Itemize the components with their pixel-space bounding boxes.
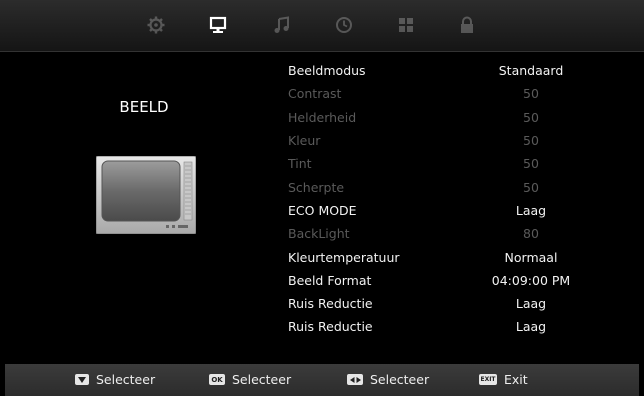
- setting-value: 50: [523, 179, 539, 195]
- setting-label: Beeldmodus: [288, 63, 366, 79]
- setting-value: 80: [523, 226, 539, 242]
- down-arrow-key-icon: [75, 374, 89, 385]
- monitor-icon: [209, 16, 227, 33]
- setting-value: Standaard: [498, 63, 564, 79]
- hint-label: Selecteer: [370, 372, 430, 387]
- setting-label: ECO MODE: [288, 202, 357, 218]
- setting-value: 50: [523, 133, 539, 149]
- gear-icon: [147, 16, 165, 34]
- tv-illustration-icon: [96, 156, 196, 234]
- setting-label: Kleurtemperatuur: [288, 249, 400, 265]
- setting-label: Contrast: [288, 86, 342, 102]
- setting-label: Ruis Reductie: [288, 319, 373, 335]
- setting-value: Laag: [515, 202, 547, 218]
- setting-value: 04:09:00 PM: [491, 272, 571, 288]
- tab-sound[interactable]: [270, 14, 294, 36]
- exit-key-icon: EXIT: [479, 374, 497, 385]
- hint-left-right-select: Selecteer: [347, 372, 429, 387]
- setting-label: Tint: [288, 156, 312, 172]
- setting-row: Kleur 50: [288, 129, 608, 152]
- setting-label: Kleur: [288, 133, 321, 149]
- tab-options[interactable]: [394, 14, 418, 36]
- left-right-key-icon: [347, 374, 363, 385]
- hint-ok-select: OK Selecteer: [209, 372, 291, 387]
- bottom-hint-bar: Selecteer OK Selecteer Selecteer EXIT Ex…: [5, 364, 639, 396]
- setting-row: Helderheid 50: [288, 106, 608, 129]
- setting-row[interactable]: Kleurtemperatuur Normaal: [288, 245, 608, 268]
- tab-time[interactable]: [332, 14, 356, 36]
- setting-label: Ruis Reductie: [288, 296, 373, 312]
- setting-row[interactable]: Ruis Reductie Laag: [288, 292, 608, 315]
- tab-lock[interactable]: [455, 14, 479, 36]
- setting-row: BackLight 80: [288, 222, 608, 245]
- tab-settings[interactable]: [144, 14, 168, 36]
- setting-label: Helderheid: [288, 109, 357, 125]
- setting-row[interactable]: ECO MODE Laag: [288, 199, 608, 222]
- tab-picture[interactable]: [206, 14, 230, 36]
- setting-row: Tint 50: [288, 152, 608, 175]
- hint-label: Selecteer: [96, 372, 156, 387]
- setting-label: Beeld Format: [288, 272, 372, 288]
- setting-value: 50: [523, 156, 539, 172]
- music-note-icon: [274, 16, 289, 33]
- hint-down-select: Selecteer: [75, 372, 155, 387]
- tv-osd-menu: BEELD Beeldmodus Standaard Contrast 50 Helde…: [0, 0, 644, 396]
- setting-label: BackLight: [288, 226, 350, 242]
- setting-row: Contrast 50: [288, 82, 608, 105]
- setting-value: Laag: [515, 319, 547, 335]
- setting-row[interactable]: Ruis Reductie Laag: [288, 315, 608, 338]
- setting-value: Normaal: [504, 249, 558, 265]
- lock-icon: [461, 16, 473, 33]
- hint-label: Selecteer: [232, 372, 292, 387]
- setting-row[interactable]: Beeld Format 04:09:00 PM: [288, 269, 608, 292]
- page-title: BEELD: [119, 98, 169, 116]
- setting-label: Scherpte: [288, 179, 345, 195]
- setting-value: 50: [523, 86, 539, 102]
- setting-row: Scherpte 50: [288, 175, 608, 198]
- hint-exit: EXIT Exit: [479, 372, 528, 387]
- ok-key-icon: OK: [209, 374, 225, 385]
- grid-icon: [399, 18, 413, 32]
- setting-row[interactable]: Beeldmodus Standaard: [288, 59, 608, 82]
- clock-icon: [336, 17, 352, 33]
- setting-value: 50: [523, 109, 539, 125]
- setting-value: Laag: [515, 296, 547, 312]
- hint-label: Exit: [504, 372, 528, 387]
- top-tab-bar: [0, 0, 644, 52]
- picture-settings-list: Beeldmodus Standaard Contrast 50 Helderheid 5…: [288, 59, 608, 339]
